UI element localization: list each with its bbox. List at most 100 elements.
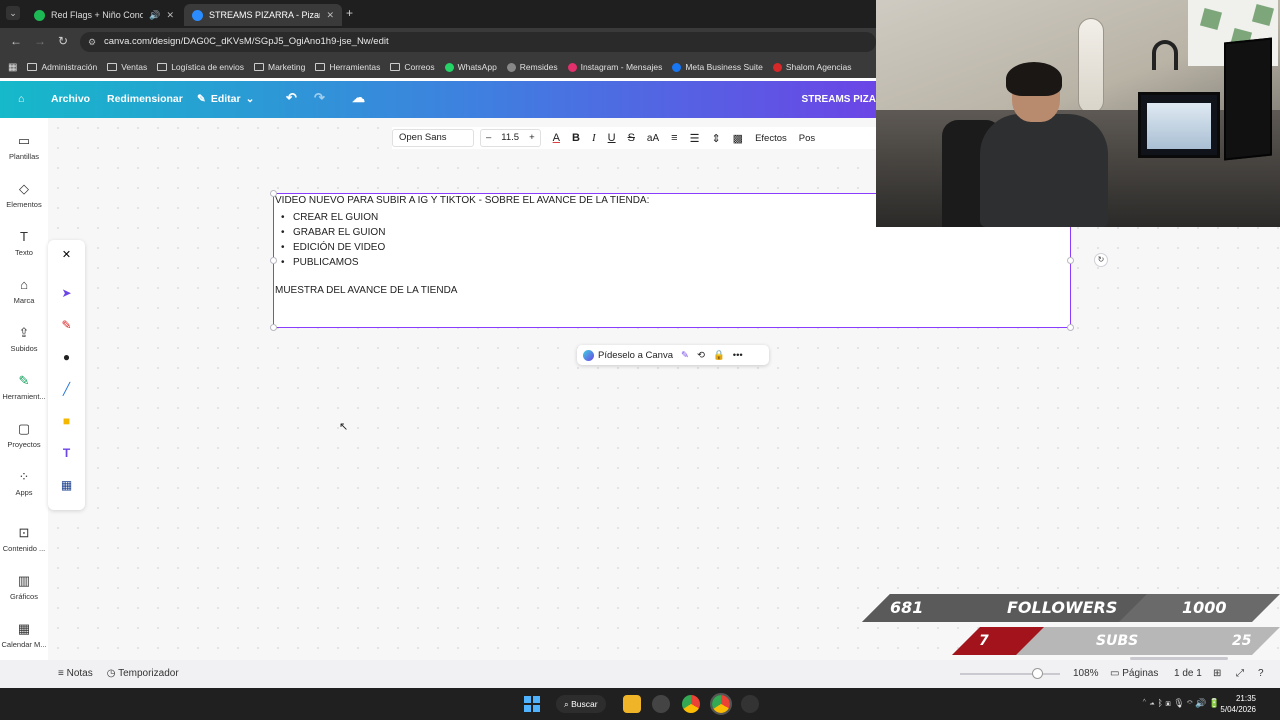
bookmark-folder[interactable]: Correos — [390, 62, 435, 72]
font-family-select[interactable]: Open Sans — [392, 129, 474, 147]
rotate-icon[interactable]: ↻ — [1094, 253, 1108, 267]
sidebar-item-texto[interactable]: T Texto — [0, 230, 48, 258]
cloud-sync-icon[interactable]: ☁ — [352, 90, 365, 106]
font-size-value[interactable]: 11.5 — [496, 130, 524, 146]
list-item[interactable]: CREAR EL GUION — [281, 210, 385, 225]
forward-icon[interactable]: → — [34, 34, 46, 48]
resize-handle[interactable] — [270, 324, 277, 331]
browser-tab-1[interactable]: Red Flags + Niño Condor 🔊 ✕ — [26, 4, 182, 26]
effects-button[interactable]: Efectos — [755, 133, 787, 144]
magic-edit-icon[interactable]: ✎ — [681, 350, 689, 361]
tab-list-button[interactable]: ⌄ — [6, 6, 20, 20]
resize-handle[interactable] — [270, 190, 277, 197]
system-tray[interactable]: ⌃ ☁ ᛒ ▣ 🎙 ⌔ 🔊 🔋 — [1142, 698, 1220, 709]
bookmark-folder[interactable]: Logística de envios — [157, 62, 244, 72]
bookmark-link[interactable]: Instagram - Mensajes — [567, 62, 662, 72]
redimensionar-button[interactable]: Redimensionar — [107, 93, 183, 105]
site-info-icon[interactable]: ⚙ — [88, 32, 96, 52]
comment-icon[interactable]: ⟲ — [697, 350, 705, 361]
strikethrough-icon[interactable]: S — [628, 132, 635, 144]
table-tool-icon[interactable]: ▦ — [48, 478, 85, 492]
text-color-icon[interactable]: A — [553, 132, 560, 144]
zoom-slider-handle[interactable] — [1032, 668, 1043, 679]
home-icon[interactable]: ⌂ — [18, 93, 24, 105]
apps-grid-icon[interactable]: ▦ — [8, 62, 17, 73]
underline-icon[interactable]: U — [608, 132, 616, 144]
sidebar-item-calendar[interactable]: ▦ Calendar M... — [0, 622, 48, 650]
decrease-size-icon[interactable]: – — [481, 130, 496, 146]
transparency-icon[interactable]: ▩ — [733, 132, 743, 145]
redo-icon[interactable]: ↷ — [314, 90, 325, 106]
lock-icon[interactable]: 🔒 — [713, 350, 725, 361]
file-explorer-icon[interactable] — [623, 695, 641, 713]
text-footer[interactable]: MUESTRA DEL AVANCE DE LA TIENDA — [275, 285, 457, 296]
sidebar-item-plantillas[interactable]: ▭ Plantillas — [0, 134, 48, 162]
close-tab-icon[interactable]: ✕ — [326, 10, 334, 21]
chrome-icon[interactable] — [682, 695, 700, 713]
increase-size-icon[interactable]: + — [524, 130, 540, 146]
bullet-list-icon[interactable]: ☰ — [690, 132, 700, 145]
help-icon[interactable]: ? — [1258, 668, 1264, 679]
obs-icon[interactable] — [741, 695, 759, 713]
sticky-note-icon[interactable]: ■ — [48, 414, 85, 428]
select-tool-icon[interactable]: ➤ — [48, 286, 85, 300]
bookmark-folder[interactable]: Marketing — [253, 62, 305, 72]
taskbar-search[interactable]: ⌕ Buscar — [556, 695, 606, 713]
list-item[interactable]: GRABAR EL GUION — [281, 225, 385, 240]
sidebar-item-proyectos[interactable]: ▢ Proyectos — [0, 422, 48, 450]
undo-icon[interactable]: ↶ — [286, 90, 297, 106]
text-heading[interactable]: VIDEO NUEVO PARA SUBIR A IG Y TIKTOK - S… — [275, 195, 649, 206]
sidebar-item-subidos[interactable]: ⇪ Subidos — [0, 326, 48, 354]
grid-view-icon[interactable]: ⊞ — [1213, 668, 1221, 679]
bookmark-folder[interactable]: Herramientas — [315, 62, 380, 72]
sidebar-item-elementos[interactable]: ◇ Elementos — [0, 182, 48, 210]
browser-tab-2[interactable]: STREAMS PIZARRA - Pizarra on... ✕ — [184, 4, 342, 26]
close-icon[interactable]: ✕ — [48, 248, 85, 261]
windows-start-icon[interactable] — [524, 696, 540, 712]
italic-icon[interactable]: I — [592, 132, 596, 144]
bookmark-folder[interactable]: Ventas — [107, 62, 147, 72]
spacing-icon[interactable]: ⇕ — [711, 132, 720, 145]
notes-button[interactable]: ≡ Notas — [58, 668, 93, 679]
url-input[interactable]: ⚙ canva.com/design/DAG0C_dKVsM/SGpJ5_Ogi… — [80, 32, 876, 52]
sidebar-item-apps[interactable]: ⁘ Apps — [0, 470, 48, 498]
resize-handle[interactable] — [1067, 257, 1074, 264]
back-icon[interactable]: ← — [10, 34, 22, 48]
font-size-stepper[interactable]: – 11.5 + — [480, 129, 541, 147]
bookmark-link[interactable]: Shalom Agencias — [772, 62, 852, 72]
line-tool-icon[interactable]: ╱ — [48, 382, 85, 396]
chatgpt-icon[interactable] — [652, 695, 670, 713]
align-left-icon[interactable]: ≡ — [671, 132, 677, 144]
text-tool-icon[interactable]: T — [48, 446, 85, 460]
marker-tool-icon[interactable]: ● — [48, 350, 85, 364]
sidebar-item-herramientas[interactable]: ✎ Herramient... — [0, 374, 48, 402]
zoom-level[interactable]: 108% — [1073, 668, 1099, 679]
bookmark-folder[interactable]: Administración — [27, 62, 97, 72]
bookmark-link[interactable]: Remsides — [506, 62, 558, 72]
ask-canva-button[interactable]: Pídeselo a Canva — [598, 350, 673, 361]
list-item[interactable]: EDICIÓN DE VIDEO — [281, 240, 385, 255]
resize-handle[interactable] — [270, 257, 277, 264]
editar-menu[interactable]: ✎ Editar ⌄ — [197, 93, 254, 105]
more-options-icon[interactable]: ••• — [733, 350, 743, 361]
timer-button[interactable]: ◷ Temporizador — [107, 668, 179, 679]
position-button[interactable]: Pos — [799, 133, 815, 144]
pen-tool-icon[interactable]: ✎ — [48, 318, 85, 332]
bookmark-link[interactable]: WhatsApp — [444, 62, 497, 72]
resize-handle[interactable] — [1067, 324, 1074, 331]
reload-icon[interactable]: ↻ — [58, 34, 68, 48]
list-item[interactable]: PUBLICAMOS — [281, 255, 385, 270]
close-tab-icon[interactable]: ✕ — [166, 10, 174, 21]
chrome-active-icon[interactable] — [710, 693, 732, 715]
new-tab-button[interactable]: + — [346, 6, 353, 20]
design-title[interactable]: STREAMS PIZA — [802, 94, 876, 105]
speaker-icon[interactable]: 🔊 — [149, 10, 160, 21]
sidebar-item-contenido[interactable]: ⊡ Contenido ... — [0, 526, 48, 554]
pages-button[interactable]: ▭ Páginas — [1110, 668, 1158, 679]
sidebar-item-marca[interactable]: ⌂ Marca — [0, 278, 48, 306]
bookmark-link[interactable]: Meta Business Suite — [672, 62, 763, 72]
sidebar-item-graficos[interactable]: ▥ Gráficos — [0, 574, 48, 602]
zoom-slider-track[interactable] — [960, 673, 1060, 675]
system-clock[interactable]: 21:35 5/04/2026 — [1220, 693, 1256, 715]
fullscreen-icon[interactable]: ⤢ — [1236, 668, 1244, 679]
